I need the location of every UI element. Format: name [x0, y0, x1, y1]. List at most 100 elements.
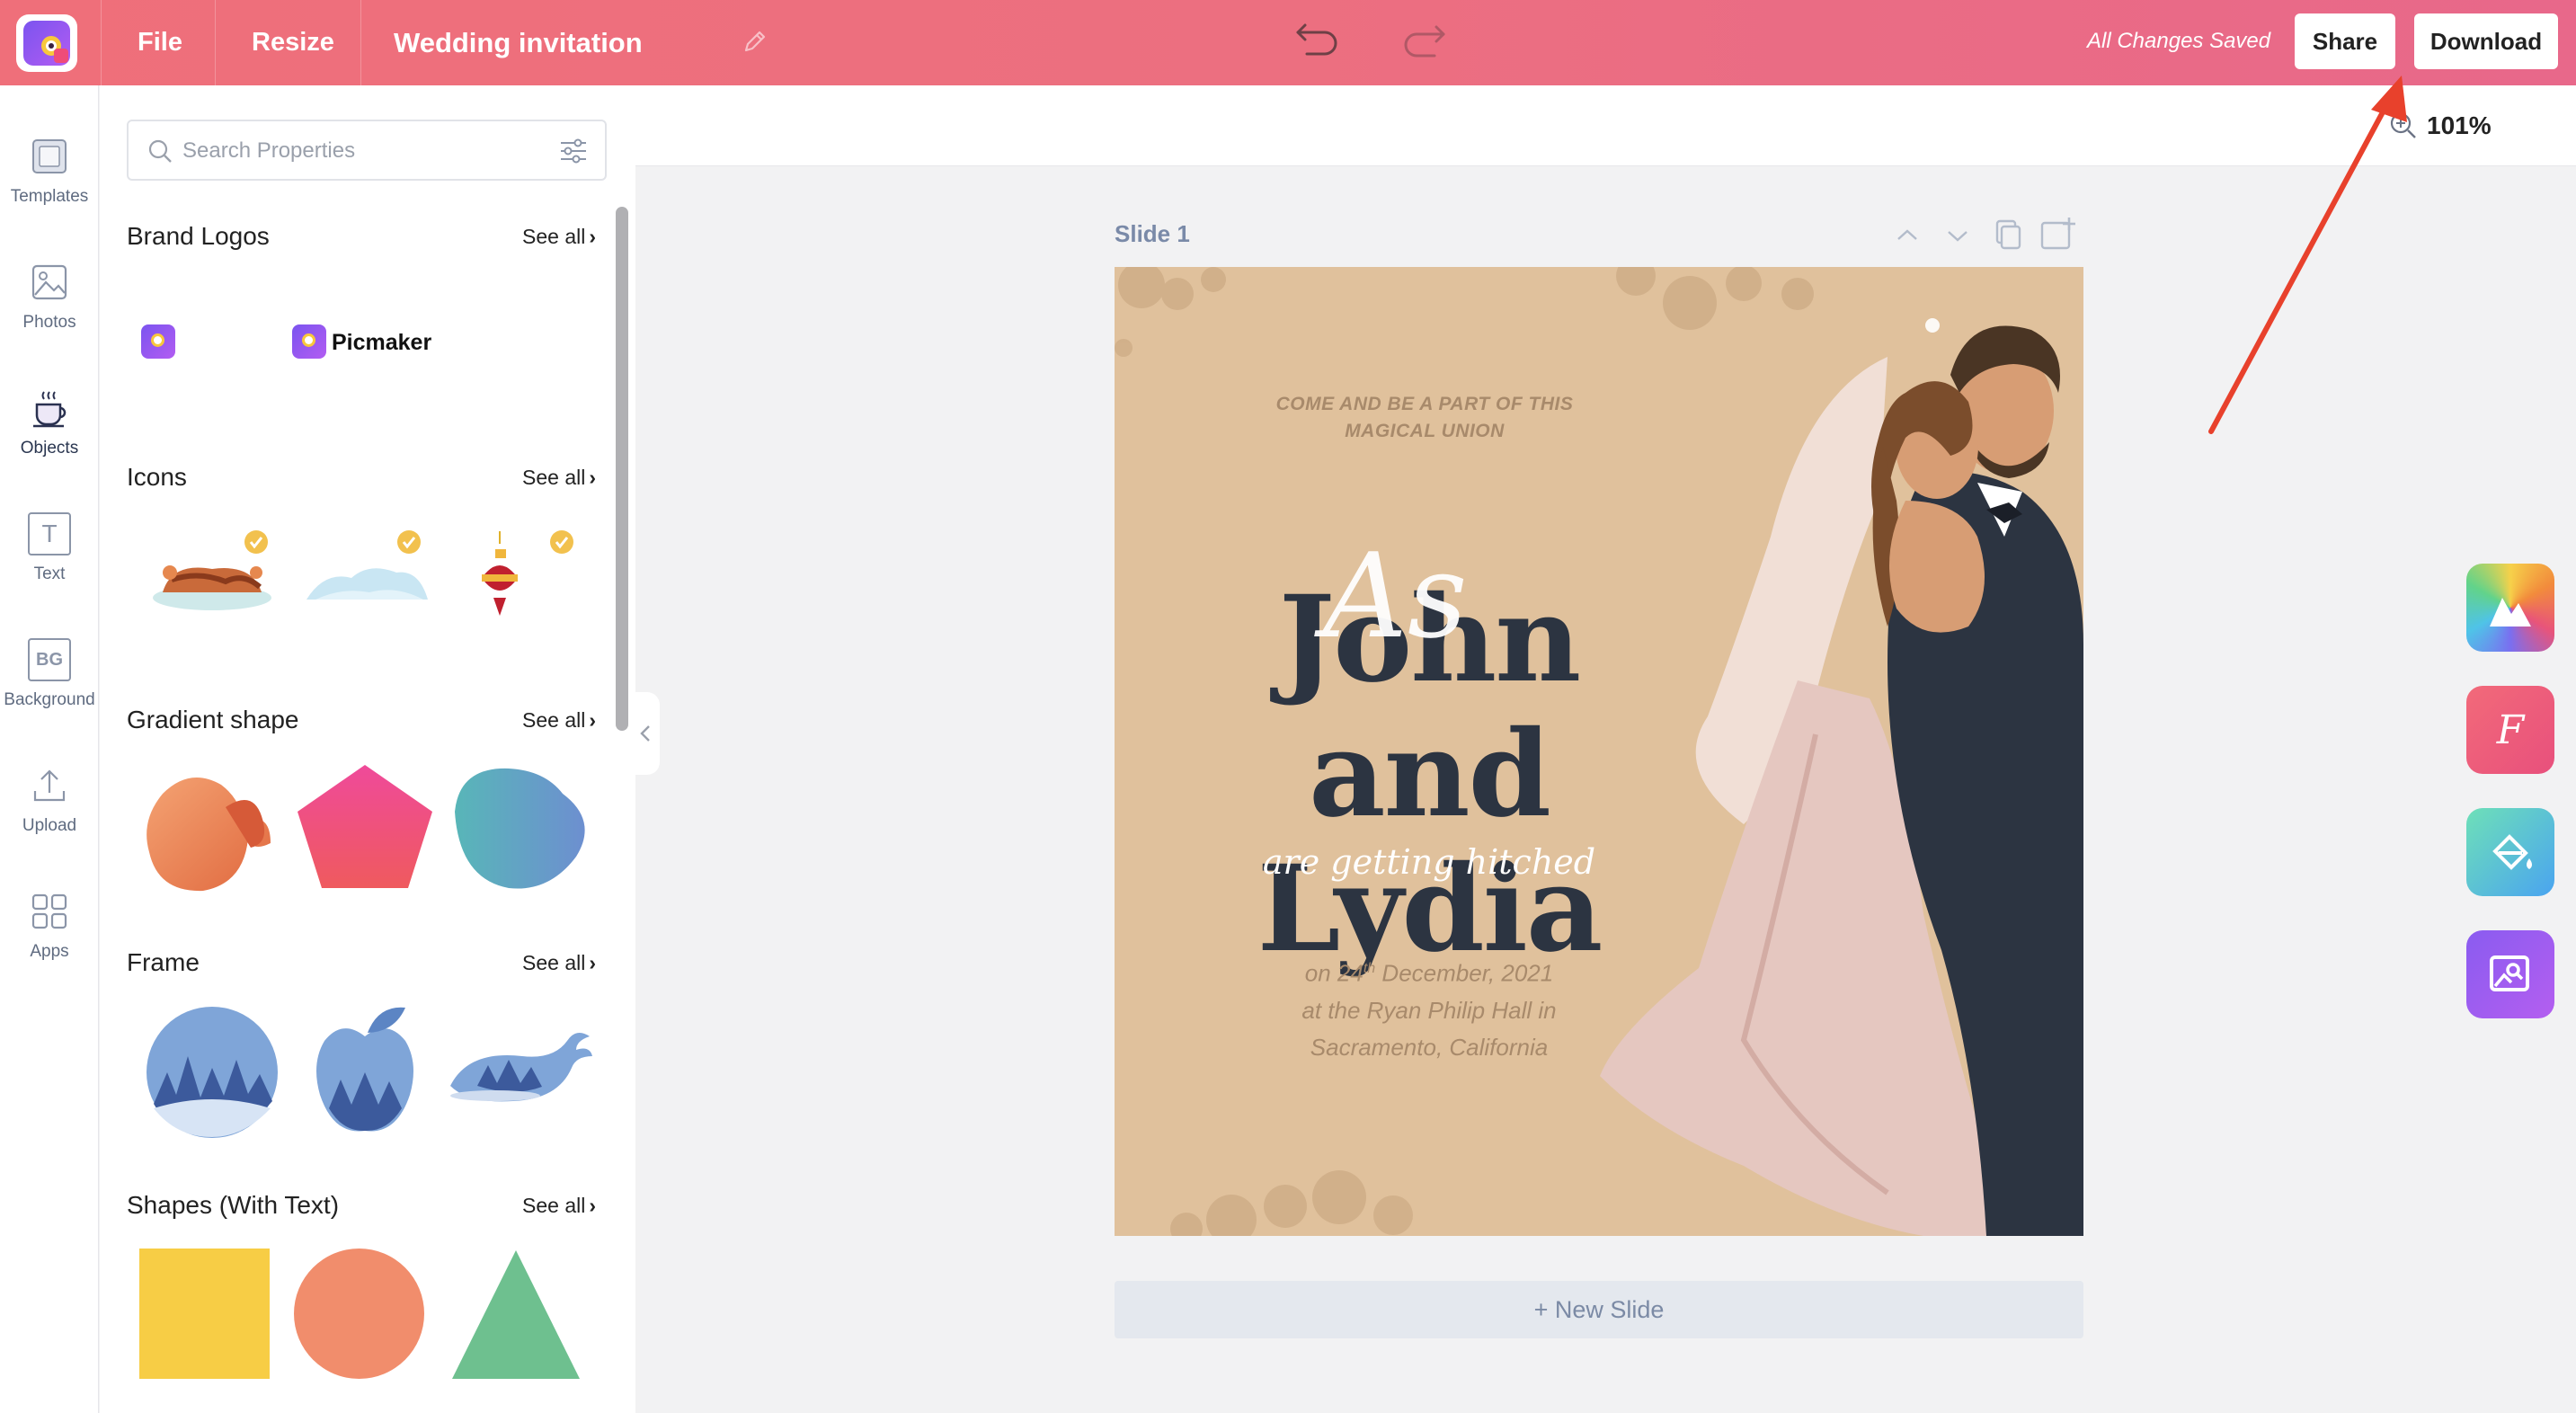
see-all-gradient-shape[interactable]: See all › [522, 708, 596, 733]
panel-scrollbar[interactable] [616, 207, 628, 731]
see-all-label: See all [522, 708, 586, 732]
gradient-blob-shape[interactable] [136, 758, 289, 902]
slide-canvas[interactable]: COME AND BE A PART OF THIS MAGICAL UNION… [1115, 267, 2083, 1236]
chevron-right-icon: › [589, 708, 596, 732]
rail-label: Photos [22, 313, 76, 332]
apple-frame[interactable] [289, 1000, 441, 1144]
rail-label: Upload [22, 816, 77, 835]
section-title-icons: Icons [127, 463, 187, 491]
document-title[interactable]: Wedding invitation [394, 0, 643, 85]
see-all-frame[interactable]: See all › [522, 951, 596, 975]
text-icon: T [28, 512, 71, 555]
section-title-brand-logos: Brand Logos [127, 222, 270, 250]
eye-icon [302, 333, 315, 347]
share-button[interactable]: Share [2295, 13, 2395, 69]
fonts-app-button[interactable]: F [2466, 686, 2554, 774]
duplicate-slide-icon[interactable] [1988, 216, 2028, 255]
gradient-pebble-shape[interactable] [441, 758, 594, 902]
rail-item-text[interactable]: T Text [0, 512, 99, 620]
rail-label: Text [33, 564, 66, 583]
invitation-intro-line-2: MAGICAL UNION [1345, 421, 1505, 441]
download-button[interactable]: Download [2414, 13, 2558, 69]
annotation-arrow [2208, 76, 2407, 434]
rail-label: Templates [10, 187, 89, 206]
rail-item-upload[interactable]: Upload [0, 764, 99, 872]
badge-icon [54, 49, 68, 63]
chevron-down-icon[interactable] [1938, 216, 1977, 255]
add-slide-icon[interactable] [2039, 216, 2078, 255]
circle-shape[interactable] [294, 1249, 424, 1379]
pencil-icon[interactable] [741, 27, 769, 56]
resize-menu[interactable]: Resize [216, 0, 361, 85]
left-rail: Templates Photos Objects T Text BG Backg… [0, 85, 99, 1413]
ornament-icon[interactable] [450, 517, 585, 620]
brand-logo-wordmark[interactable]: Picmaker [292, 321, 445, 362]
app-logo[interactable] [16, 14, 77, 72]
invitation-city: Sacramento, California [1310, 1033, 1549, 1061]
paint-app-button[interactable] [2466, 808, 2554, 896]
chevron-right-icon: › [589, 466, 596, 489]
mountain-icon [2490, 598, 2531, 627]
date-prefix: on 24 [1304, 959, 1364, 987]
chevron-right-icon: › [589, 1194, 596, 1217]
section-title-frame: Frame [127, 948, 200, 976]
see-all-label: See all [522, 225, 586, 248]
brand-logo-mark [292, 324, 326, 359]
image-search-app-button[interactable] [2466, 930, 2554, 1018]
search-input[interactable] [182, 134, 542, 168]
snow-drift-icon[interactable] [298, 517, 432, 620]
see-all-shapes-with-text[interactable]: See all › [522, 1194, 596, 1218]
rail-item-photos[interactable]: Photos [0, 261, 99, 369]
circle-frame[interactable] [136, 1000, 289, 1144]
see-all-label: See all [522, 1194, 586, 1217]
zoom-value: 101% [2427, 111, 2492, 139]
chevron-right-icon: › [589, 225, 596, 248]
templates-icon [32, 139, 67, 173]
paint-bucket-icon [2492, 834, 2532, 870]
search-box[interactable] [127, 120, 607, 181]
rail-item-apps[interactable]: Apps [0, 890, 99, 998]
upload-icon [33, 769, 66, 802]
redo-icon[interactable] [1399, 20, 1447, 65]
rail-item-templates[interactable]: Templates [0, 135, 99, 243]
collapse-panel-tab[interactable] [633, 692, 660, 775]
objects-icon [33, 391, 67, 428]
properties-panel: Brand Logos See all› Picmaker Icons See … [100, 85, 635, 1413]
rail-item-background[interactable]: BG Background [0, 638, 99, 746]
rail-label: Background [4, 690, 95, 709]
new-slide-button[interactable]: + New Slide [1115, 1281, 2083, 1338]
chevron-left-icon [640, 725, 650, 742]
section-title-gradient-shape: Gradient shape [127, 706, 299, 733]
roast-turkey-icon[interactable] [145, 517, 280, 620]
invitation-subtitle: are getting hitched [1262, 842, 1596, 882]
chevron-up-icon[interactable] [1888, 216, 1927, 255]
photos-icon [31, 264, 67, 300]
slide-label: Slide 1 [1115, 220, 1190, 247]
invitation-date: on 24th December, 2021 [1186, 950, 1672, 992]
undo-icon[interactable] [1294, 18, 1343, 63]
rail-item-objects[interactable]: Objects [0, 387, 99, 494]
apps-icon [31, 893, 67, 929]
invitation-details: on 24th December, 2021 at the Ryan Phili… [1186, 950, 1672, 1066]
triangle-shape[interactable] [449, 1249, 583, 1379]
square-shape[interactable] [139, 1249, 270, 1379]
filter-icon[interactable] [558, 136, 589, 166]
see-all-brand-logos[interactable]: See all › [522, 225, 596, 249]
app-logo-mark [23, 21, 70, 66]
chevron-right-icon: › [589, 951, 596, 974]
floral-decor-top [1115, 267, 1814, 357]
zoom-level[interactable]: 101% [2390, 108, 2492, 144]
file-menu[interactable]: File [101, 0, 216, 85]
see-all-icons[interactable]: See all › [522, 466, 596, 490]
rail-label: Apps [30, 942, 69, 961]
brand-logo-icon[interactable] [141, 324, 175, 359]
search-icon [148, 139, 172, 163]
floral-decor-bottom [1170, 1170, 1413, 1236]
gradient-pentagon-shape[interactable] [289, 758, 441, 902]
whale-frame[interactable] [441, 1000, 594, 1144]
date-month-year: December, 2021 [1381, 959, 1554, 987]
see-all-label: See all [522, 951, 586, 974]
magic-app-button[interactable] [2466, 564, 2554, 652]
svg-text:F: F [2496, 707, 2526, 753]
background-icon: BG [28, 638, 71, 681]
